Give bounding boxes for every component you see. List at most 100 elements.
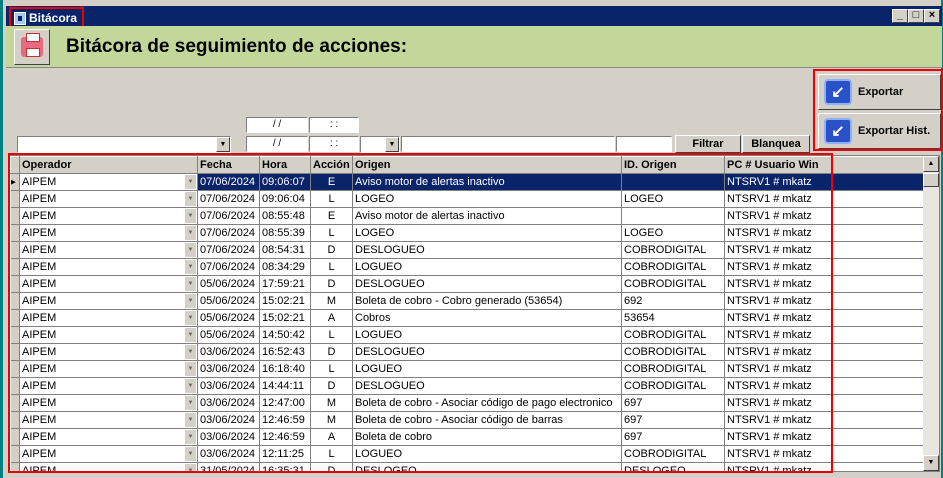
col-pc-usuario[interactable]: PC # Usuario Win — [724, 156, 926, 174]
table-row[interactable]: AIPEM ▼ 03/06/2024 12:46:59 M Boleta de cobro… — [10, 411, 926, 429]
chevron-down-icon[interactable]: ▼ — [184, 345, 196, 359]
date-to-field[interactable]: / / — [246, 136, 308, 152]
origin-filter[interactable] — [401, 136, 615, 152]
cell-pc-usuario: NTSRV1 # mkatz — [724, 343, 926, 361]
table-row[interactable]: AIPEM ▼ 03/06/2024 12:46:59 A Boleta de cobro… — [10, 428, 926, 446]
cell-operador[interactable]: AIPEM ▼ — [19, 275, 198, 293]
col-operador[interactable]: Operador — [19, 156, 198, 174]
table-row[interactable]: AIPEM ▼ 03/06/2024 12:47:00 M Boleta de cobro… — [10, 394, 926, 412]
cell-fecha: 03/06/2024 — [197, 411, 260, 429]
chevron-down-icon[interactable]: ▼ — [184, 464, 196, 471]
col-accion[interactable]: Acción — [310, 156, 353, 174]
chevron-down-icon[interactable]: ▼ — [184, 192, 196, 206]
chevron-down-icon[interactable]: ▼ — [184, 243, 196, 257]
table-row[interactable]: AIPEM ▼ 05/06/2024 17:59:21 D DESLOGUEO COBROD… — [10, 275, 926, 293]
log-grid[interactable]: Operador Fecha Hora Acción Origen ID. Or… — [9, 155, 940, 472]
cell-operador[interactable]: AIPEM ▼ — [19, 309, 198, 327]
cell-hora: 14:44:11 — [259, 377, 311, 395]
table-row[interactable]: AIPEM ▼ 03/06/2024 12:11:25 L LOGUEO COBRODIGI… — [10, 445, 926, 463]
cell-operador[interactable]: AIPEM ▼ — [19, 207, 198, 225]
time-from-field[interactable]: : : — [309, 117, 359, 133]
cell-operador[interactable]: AIPEM ▼ — [19, 377, 198, 395]
chevron-down-icon[interactable]: ▼ — [184, 430, 196, 444]
cell-operador[interactable]: AIPEM ▼ — [19, 428, 198, 446]
export-hist-button[interactable]: ↙ Exportar Hist. — [818, 113, 941, 149]
chevron-down-icon[interactable]: ▼ — [184, 413, 196, 427]
cell-origen: Boleta de cobro - Asociar código de pago… — [352, 394, 622, 412]
minimize-button[interactable]: _ — [892, 9, 908, 23]
col-id-origen[interactable]: ID. Origen — [621, 156, 725, 174]
cell-hora: 17:59:21 — [259, 275, 311, 293]
col-fecha[interactable]: Fecha — [197, 156, 260, 174]
chevron-down-icon[interactable]: ▼ — [184, 379, 196, 393]
chevron-down-icon[interactable]: ▼ — [184, 175, 196, 189]
scroll-up-icon[interactable]: ▲ — [923, 156, 939, 172]
cell-operador[interactable]: AIPEM ▼ — [19, 326, 198, 344]
chevron-down-icon[interactable]: ▼ — [184, 447, 196, 461]
chevron-down-icon[interactable]: ▼ — [184, 209, 196, 223]
table-row[interactable]: AIPEM ▼ 03/06/2024 16:18:40 L LOGUEO COBRODIGI… — [10, 360, 926, 378]
table-row[interactable]: AIPEM ▼ 07/06/2024 09:06:04 L LOGEO LOGEO NTSRV… — [10, 190, 926, 208]
cell-text: 05/06/2024 — [200, 312, 256, 324]
cell-text: Boleta de cobro — [355, 431, 433, 443]
table-row[interactable]: ▶ AIPEM ▼ 07/06/2024 09:06:07 E Aviso motor de… — [10, 173, 926, 191]
chevron-down-icon[interactable]: ▼ — [184, 311, 196, 325]
cell-operador[interactable]: AIPEM ▼ — [19, 241, 198, 259]
cell-operador[interactable]: AIPEM ▼ — [19, 292, 198, 310]
table-row[interactable]: AIPEM ▼ 03/06/2024 16:52:43 D DESLOGUEO COBROD… — [10, 343, 926, 361]
cell-id-origen: COBRODIGITAL — [621, 445, 725, 463]
chevron-down-icon[interactable]: ▼ — [184, 328, 196, 342]
vertical-scrollbar[interactable]: ▲ ▼ — [923, 156, 939, 471]
clear-button[interactable]: Blanquea — [742, 135, 810, 153]
time-to-field[interactable]: : : — [309, 136, 359, 152]
table-row[interactable]: AIPEM ▼ 05/06/2024 15:02:21 A Cobros 53654 NTSR… — [10, 309, 926, 327]
cell-operador[interactable]: AIPEM ▼ — [19, 190, 198, 208]
cell-operador[interactable]: AIPEM ▼ — [19, 394, 198, 412]
scroll-thumb[interactable] — [923, 173, 939, 187]
close-button[interactable]: × — [924, 9, 940, 23]
col-origen[interactable]: Origen — [352, 156, 622, 174]
cell-operador[interactable]: AIPEM ▼ — [19, 173, 198, 191]
cell-operador[interactable]: AIPEM ▼ — [19, 411, 198, 429]
table-row[interactable]: AIPEM ▼ 07/06/2024 08:54:31 D DESLOGUEO COBROD… — [10, 241, 926, 259]
chevron-down-icon[interactable]: ▼ — [184, 294, 196, 308]
cell-operador[interactable]: AIPEM ▼ — [19, 258, 198, 276]
table-row[interactable]: AIPEM ▼ 07/06/2024 08:34:29 L LOGUEO COBRODIGI… — [10, 258, 926, 276]
cell-hora: 12:46:59 — [259, 411, 311, 429]
chevron-down-icon[interactable]: ▼ — [184, 396, 196, 410]
maximize-button[interactable]: □ — [908, 9, 924, 23]
filter-button[interactable]: Filtrar — [675, 135, 741, 153]
chevron-down-icon[interactable]: ▼ — [184, 277, 196, 291]
cell-operador[interactable]: AIPEM ▼ — [19, 445, 198, 463]
chevron-down-icon[interactable]: ▼ — [216, 137, 230, 152]
table-row[interactable]: AIPEM ▼ 05/06/2024 14:50:42 L LOGUEO COBRODIGI… — [10, 326, 926, 344]
row-indicator — [10, 343, 20, 361]
export-button[interactable]: ↙ Exportar — [818, 74, 941, 110]
table-row[interactable]: AIPEM ▼ 07/06/2024 08:55:48 E Aviso motor de … — [10, 207, 926, 225]
cell-text: NTSRV1 # mkatz — [727, 261, 812, 273]
table-row[interactable]: AIPEM ▼ 05/06/2024 15:02:21 M Boleta de cobro… — [10, 292, 926, 310]
date-from-field[interactable]: / / — [246, 117, 308, 133]
chevron-down-icon[interactable]: ▼ — [385, 137, 399, 152]
action-filter[interactable]: ▼ — [360, 136, 400, 153]
cell-operador[interactable]: AIPEM ▼ — [19, 343, 198, 361]
chevron-down-icon[interactable]: ▼ — [184, 260, 196, 274]
cell-fecha: 05/06/2024 — [197, 326, 260, 344]
id-origin-filter[interactable] — [616, 136, 672, 152]
col-hora[interactable]: Hora — [259, 156, 311, 174]
cell-text: AIPEM — [22, 210, 57, 222]
cell-operador[interactable]: AIPEM ▼ — [19, 224, 198, 242]
cell-text: L — [328, 193, 335, 205]
scroll-down-icon[interactable]: ▼ — [923, 455, 939, 471]
table-row[interactable]: AIPEM ▼ 07/06/2024 08:55:39 L LOGEO LOGEO NTSRV… — [10, 224, 926, 242]
cell-operador[interactable]: AIPEM ▼ — [19, 360, 198, 378]
operator-filter[interactable]: ▼ — [17, 136, 231, 153]
table-row[interactable]: AIPEM ▼ 03/06/2024 14:44:11 D DESLOGUEO COBROD… — [10, 377, 926, 395]
chevron-down-icon[interactable]: ▼ — [184, 226, 196, 240]
chevron-down-icon[interactable]: ▼ — [184, 362, 196, 376]
table-row[interactable]: AIPEM ▼ 31/05/2024 16:35:31 D DESLOGEO DESLOGE… — [10, 462, 926, 471]
cell-text: 697 — [624, 431, 643, 443]
cell-operador[interactable]: AIPEM ▼ — [19, 462, 198, 471]
cell-text: AIPEM — [22, 227, 57, 239]
print-button[interactable] — [14, 29, 50, 65]
